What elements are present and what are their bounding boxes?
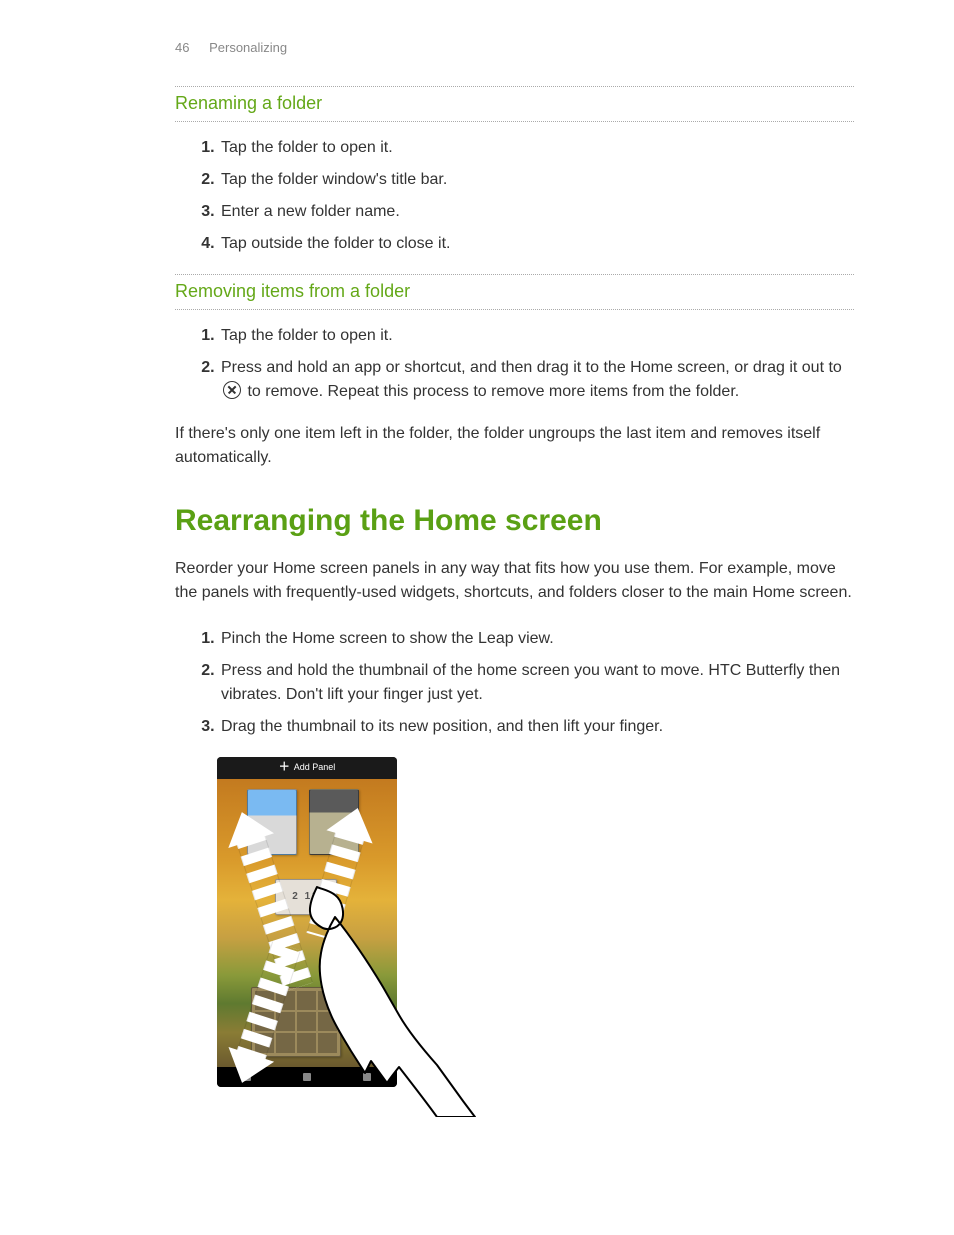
steps-rearranging: Pinch the Home screen to show the Leap v… xyxy=(175,623,854,743)
divider xyxy=(175,274,854,275)
step: Pinch the Home screen to show the Leap v… xyxy=(219,623,854,655)
page-number: 46 xyxy=(175,40,189,55)
step: Drag the thumbnail to its new position, … xyxy=(219,711,854,743)
phone-screen: 2 13 xyxy=(217,779,397,1067)
divider xyxy=(175,121,854,122)
add-panel-label: Add Panel xyxy=(294,761,336,775)
subheading-renaming-folder: Renaming a folder xyxy=(175,90,854,119)
steps-removing-items: Tap the folder to open it. Press and hol… xyxy=(175,320,854,408)
step: Enter a new folder name. xyxy=(219,196,854,228)
step: Press and hold an app or shortcut, and t… xyxy=(219,352,854,408)
divider xyxy=(175,86,854,87)
remove-icon xyxy=(223,381,241,399)
step: Tap outside the folder to close it. xyxy=(219,228,854,260)
phone-statusbar: ＋ Add Panel xyxy=(217,757,397,779)
paragraph: If there's only one item left in the fol… xyxy=(175,422,854,470)
step-text-pre: Press and hold an app or shortcut, and t… xyxy=(221,359,842,376)
leap-view-illustration: ＋ Add Panel 2 13 xyxy=(217,757,437,1137)
steps-renaming-folder: Tap the folder to open it. Tap the folde… xyxy=(175,132,854,260)
divider xyxy=(175,309,854,310)
page-header: 46 Personalizing xyxy=(175,38,854,58)
step: Press and hold the thumbnail of the home… xyxy=(219,655,854,711)
subheading-removing-items: Removing items from a folder xyxy=(175,278,854,307)
plus-icon: ＋ xyxy=(279,759,290,776)
step: Tap the folder window's title bar. xyxy=(219,164,854,196)
manual-page: 46 Personalizing Renaming a folder Tap t… xyxy=(0,0,954,1235)
step: Tap the folder to open it. xyxy=(219,320,854,352)
heading-rearranging-home: Rearranging the Home screen xyxy=(175,498,854,543)
step-text-post: to remove. Repeat this process to remove… xyxy=(247,383,739,400)
step: Tap the folder to open it. xyxy=(219,132,854,164)
paragraph: Reorder your Home screen panels in any w… xyxy=(175,557,854,605)
chapter-name: Personalizing xyxy=(209,40,287,55)
phone-frame: ＋ Add Panel 2 13 xyxy=(217,757,397,1087)
